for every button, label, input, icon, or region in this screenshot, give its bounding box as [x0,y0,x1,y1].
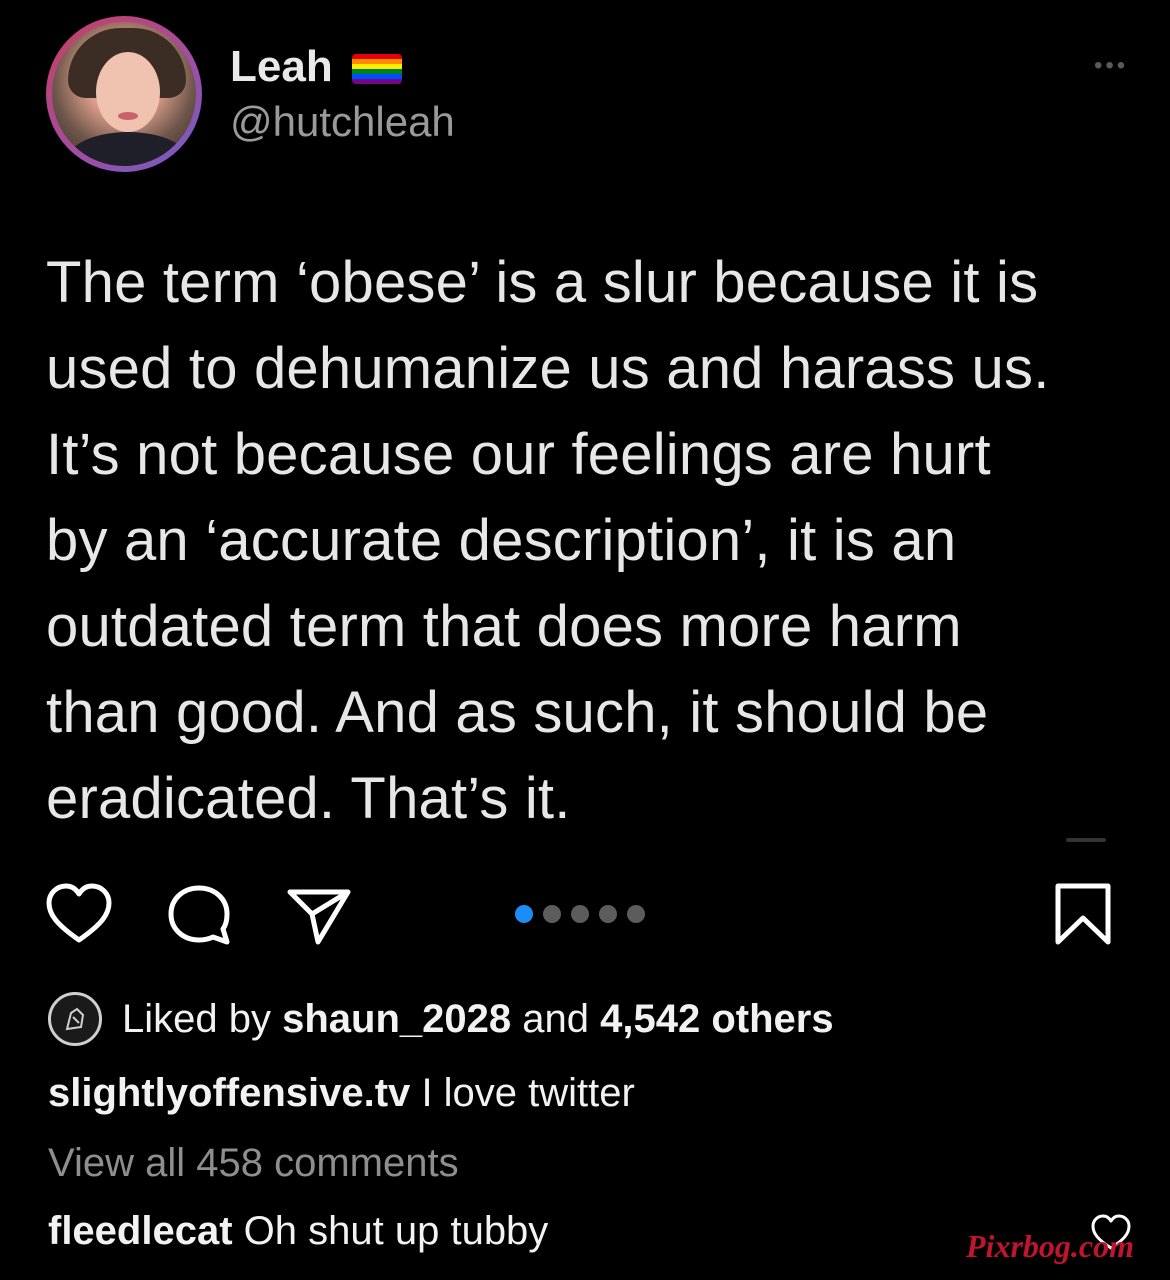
tweet-text-line: than good. And as such, it should be [46,680,989,745]
avatar-photo [52,22,196,166]
heart-icon[interactable] [44,880,114,950]
view-all-comments-link[interactable]: View all 458 comments [48,1140,459,1186]
liker-avatar[interactable] [48,992,102,1046]
instagram-post: Leah @hutchleah ••• The term ‘obese’ is … [0,0,1170,1280]
tweet-text-line: It’s not because our feelings are hurt [46,422,991,487]
tweet-handle: @hutchleah [230,98,455,145]
tweet-display-name: Leah [230,42,333,91]
tweet-text-line: The term ‘obese’ is a slur because it is [46,250,1039,315]
top-comment: fleedlecat Oh shut up tubby [48,1208,548,1254]
scroll-indicator [1066,838,1106,842]
likes-count[interactable]: 4,542 others [600,997,833,1041]
caption-text: I love twitter [421,1071,635,1115]
profile-avatar[interactable] [46,16,202,172]
post-caption: slightlyoffensive.tv I love twitter [48,1070,635,1116]
comment-text: Oh shut up tubby [243,1209,549,1253]
tweet-text-line: eradicated. That’s it. [46,766,571,831]
ellipsis-icon[interactable]: ••• [1094,54,1144,78]
carousel-dot [543,905,561,923]
carousel-indicator [515,905,645,923]
bookmark-icon[interactable] [1048,880,1118,950]
comment-bubble-icon[interactable] [164,880,234,950]
likes-prefix: Liked by [122,997,271,1041]
carousel-dot [515,905,533,923]
liker-username[interactable]: shaun_2028 [282,997,511,1041]
tweet-screenshot: Leah @hutchleah ••• The term ‘obese’ is … [0,0,1170,860]
tweet-text-line: used to dehumanize us and harass us. [46,336,1050,401]
tweet-text-line: by an ‘accurate description’, it is an [46,508,957,573]
likes-and: and [522,997,590,1041]
likes-summary[interactable]: Liked by shaun_2028 and 4,542 others [122,996,834,1042]
pride-flag-icon [352,54,402,84]
caption-username[interactable]: slightlyoffensive.tv [48,1071,410,1115]
carousel-dot [571,905,589,923]
paper-plane-icon[interactable] [284,880,354,950]
carousel-dot [627,905,645,923]
watermark: Pixrbog.com [966,1228,1134,1264]
comment-username[interactable]: fleedlecat [48,1209,233,1253]
tweet-text-line: outdated term that does more harm [46,594,962,659]
tweet-body: The term ‘obese’ is a slur because it is… [46,240,1156,842]
carousel-dot [599,905,617,923]
